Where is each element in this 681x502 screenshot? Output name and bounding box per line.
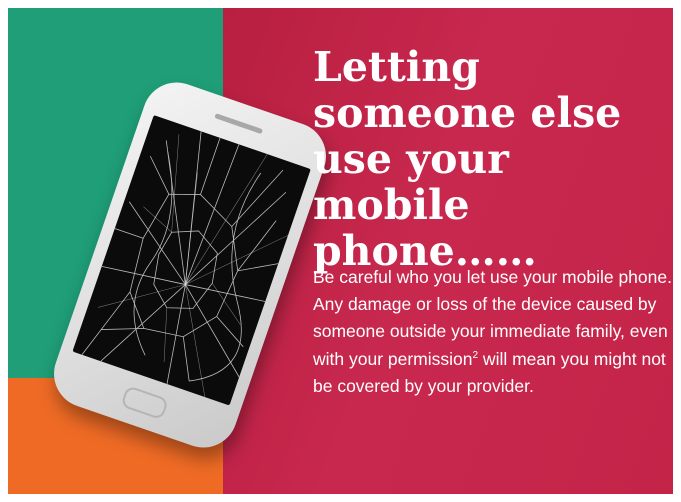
- page-title: Letting someone else use your mobile pho…: [313, 43, 622, 275]
- body-paragraph: Be careful who you let use your mobile p…: [313, 264, 673, 400]
